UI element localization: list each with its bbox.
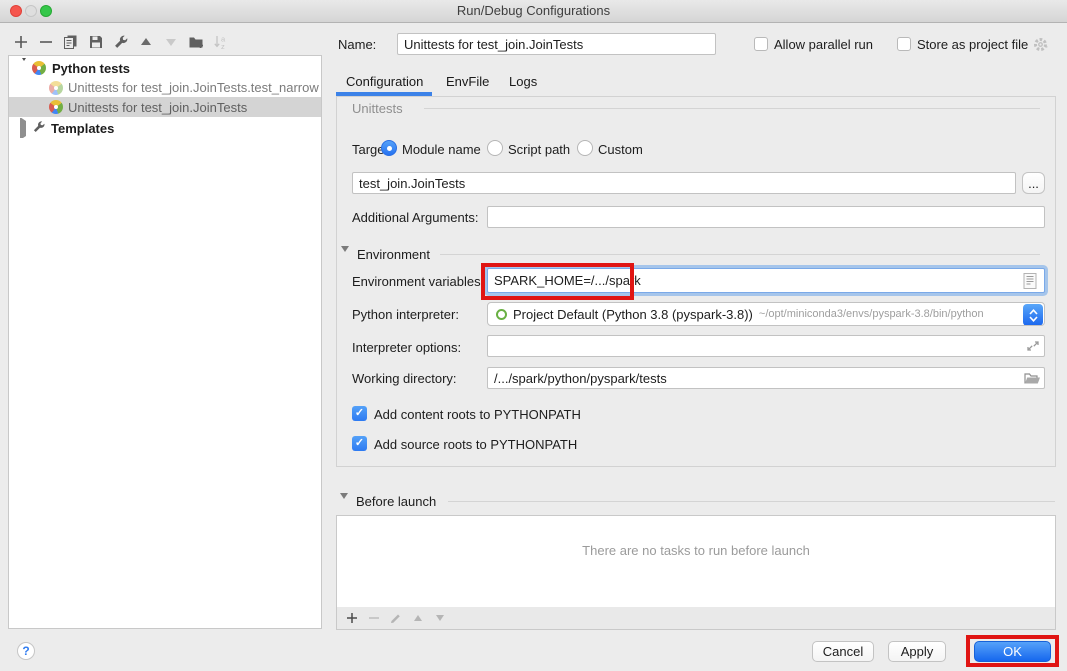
move-task-down-icon[interactable]	[431, 609, 449, 627]
add-source-roots-checkbox[interactable]: ✓	[352, 436, 367, 451]
help-button[interactable]: ?	[17, 642, 35, 660]
environment-variables-input[interactable]	[487, 268, 1045, 293]
templates-wrench-icon	[32, 120, 46, 137]
browse-module-button[interactable]: ...	[1022, 172, 1045, 194]
sort-alphabetically-icon[interactable]: az	[212, 33, 230, 51]
tree-item-python-tests[interactable]: Python tests	[9, 58, 321, 78]
add-content-roots-checkbox[interactable]: ✓	[352, 406, 367, 421]
tree-item-label: Unittests for test_join.JoinTests.test_n…	[68, 80, 319, 95]
python-interpreter-path: ~/opt/miniconda3/envs/pyspark-3.8/bin/py…	[759, 308, 984, 320]
additional-arguments-label: Additional Arguments:	[352, 210, 478, 225]
window-title: Run/Debug Configurations	[0, 0, 1067, 22]
name-input[interactable]	[397, 33, 716, 55]
radio-module-name[interactable]	[381, 140, 397, 156]
python-interpreter-label: Python interpreter:	[352, 307, 459, 322]
before-launch-task-list[interactable]: There are no tasks to run before launch	[336, 515, 1056, 608]
tab-configuration[interactable]: Configuration	[346, 70, 423, 94]
interpreter-options-input[interactable]	[487, 335, 1045, 357]
ok-button[interactable]: OK	[974, 641, 1051, 662]
edit-defaults-wrench-icon[interactable]	[112, 33, 130, 51]
svg-text:z: z	[221, 42, 225, 50]
before-launch-toolbar	[336, 607, 1056, 630]
copy-configuration-icon[interactable]	[62, 33, 80, 51]
browse-folder-icon[interactable]	[1024, 372, 1041, 388]
radio-module-name-label: Module name	[402, 142, 481, 157]
environment-collapse-arrow-icon[interactable]	[341, 252, 349, 267]
move-up-icon[interactable]	[137, 33, 155, 51]
radio-custom-label: Custom	[598, 142, 643, 157]
dropdown-stepper-icon[interactable]	[1023, 304, 1043, 326]
tree-item-label: Templates	[51, 121, 114, 136]
environment-variables-label: Environment variables:	[352, 274, 484, 289]
working-directory-input[interactable]	[487, 367, 1045, 389]
unittests-group-label: Unittests	[352, 101, 403, 116]
working-directory-label: Working directory:	[352, 371, 457, 386]
before-launch-collapse-arrow-icon[interactable]	[340, 499, 348, 514]
tab-logs[interactable]: Logs	[509, 70, 537, 94]
section-divider	[440, 254, 1040, 255]
add-source-roots-label: Add source roots to PYTHONPATH	[374, 437, 577, 452]
additional-arguments-input[interactable]	[487, 206, 1045, 228]
apply-button[interactable]: Apply	[888, 641, 946, 662]
store-as-project-file-checkbox[interactable]	[897, 37, 911, 51]
python-tests-icon	[32, 61, 46, 75]
radio-script-path-label: Script path	[508, 142, 570, 157]
python-test-icon	[49, 81, 63, 95]
store-as-project-file-label: Store as project file	[917, 37, 1028, 52]
tree-item-unittest-jointests-selected[interactable]: Unittests for test_join.JoinTests	[9, 97, 321, 117]
expand-field-icon[interactable]	[1026, 339, 1040, 356]
save-configuration-icon[interactable]	[87, 33, 105, 51]
cancel-button[interactable]: Cancel	[812, 641, 874, 662]
browse-environment-variables-icon[interactable]	[1023, 273, 1037, 292]
environment-section-label: Environment	[357, 247, 430, 262]
move-task-up-icon[interactable]	[409, 609, 427, 627]
expand-arrow-icon[interactable]	[20, 121, 31, 136]
name-label: Name:	[338, 37, 376, 52]
tree-item-label: Python tests	[52, 61, 130, 76]
python-interpreter-value: Project Default (Python 3.8 (pyspark-3.8…	[513, 307, 753, 322]
tab-envfile[interactable]: EnvFile	[446, 70, 489, 94]
title-bar: Run/Debug Configurations	[0, 0, 1067, 23]
radio-custom[interactable]	[577, 140, 593, 156]
allow-parallel-run-label: Allow parallel run	[774, 37, 873, 52]
radio-script-path[interactable]	[487, 140, 503, 156]
add-configuration-icon[interactable]	[12, 33, 30, 51]
tree-item-unittest-narrow[interactable]: Unittests for test_join.JoinTests.test_n…	[9, 78, 321, 97]
collapse-arrow-icon[interactable]	[20, 61, 31, 76]
add-task-icon[interactable]	[343, 609, 361, 627]
configurations-tree: Python tests Unittests for test_join.Joi…	[8, 55, 322, 629]
interpreter-options-label: Interpreter options:	[352, 340, 461, 355]
group-divider	[424, 108, 1040, 109]
python-test-icon	[49, 100, 63, 114]
gear-icon[interactable]	[1033, 36, 1050, 56]
module-name-input[interactable]	[352, 172, 1016, 194]
allow-parallel-run-checkbox[interactable]	[754, 37, 768, 51]
remove-configuration-icon[interactable]	[37, 33, 55, 51]
tree-item-label: Unittests for test_join.JoinTests	[68, 100, 247, 115]
new-folder-icon[interactable]	[187, 33, 205, 51]
empty-tasks-text: There are no tasks to run before launch	[337, 543, 1055, 558]
move-down-icon[interactable]	[162, 33, 180, 51]
conda-environment-icon	[496, 309, 507, 320]
remove-task-icon[interactable]	[365, 609, 383, 627]
python-interpreter-select[interactable]: Project Default (Python 3.8 (pyspark-3.8…	[487, 302, 1045, 326]
configurations-toolbar: az	[12, 33, 230, 51]
before-launch-label: Before launch	[356, 494, 436, 509]
tree-item-templates[interactable]: Templates	[9, 118, 321, 138]
add-content-roots-label: Add content roots to PYTHONPATH	[374, 407, 581, 422]
edit-task-icon[interactable]	[387, 609, 405, 627]
section-divider	[448, 501, 1055, 502]
